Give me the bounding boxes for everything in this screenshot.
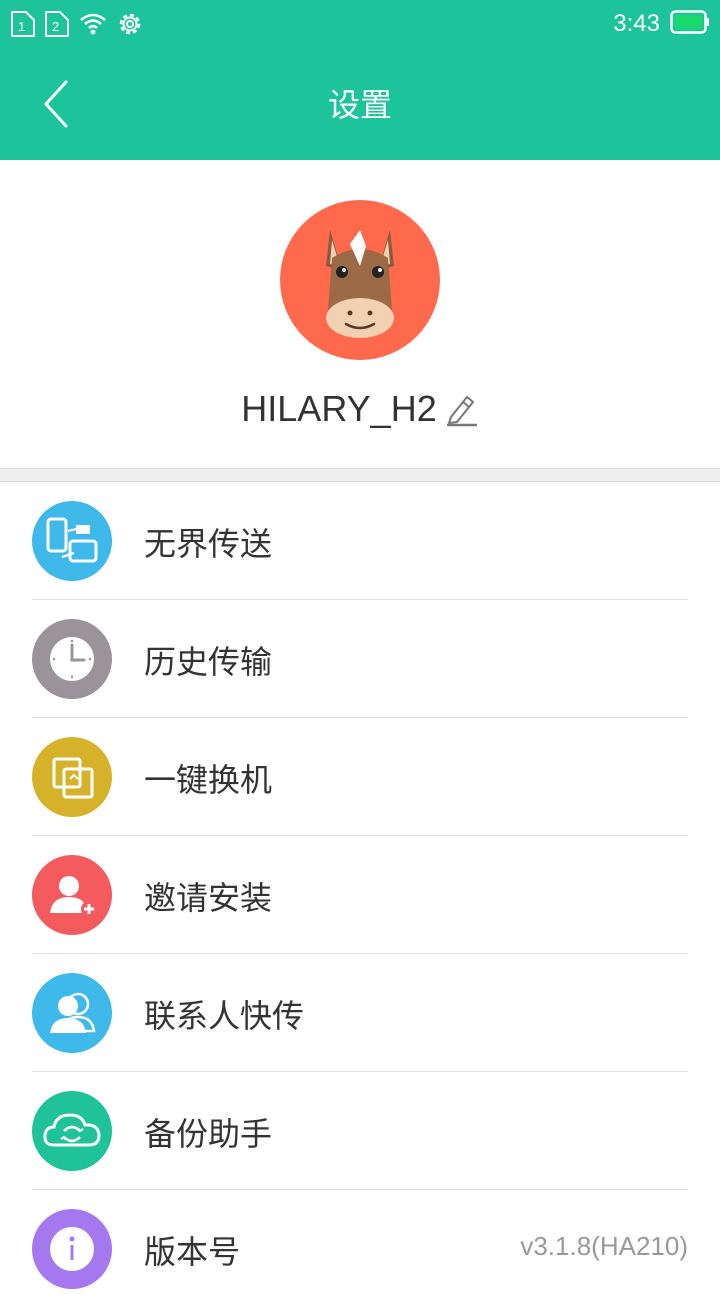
cloud-sync-icon bbox=[32, 1091, 112, 1171]
menu-label: 联系人快传 bbox=[144, 997, 305, 1035]
horse-avatar-icon bbox=[326, 230, 394, 338]
device-name-row: HILARY_H2 bbox=[0, 388, 720, 430]
status-bar: 1 2 3:43 bbox=[0, 0, 720, 48]
edit-name-button[interactable] bbox=[445, 391, 479, 427]
menu-item-contacts-transfer[interactable]: 联系人快传 bbox=[0, 954, 720, 1072]
wifi-icon bbox=[78, 11, 108, 41]
menu-label: 历史传输 bbox=[144, 643, 273, 681]
avatar[interactable] bbox=[280, 200, 440, 360]
phone-transfer-icon bbox=[32, 501, 112, 581]
status-time: 3:43 bbox=[613, 10, 660, 37]
settings-menu: 无界传送 历史传输 一键换机 邀请安装 联系人快传 备份助手 版本号 v3.1.… bbox=[0, 482, 720, 1308]
add-user-icon bbox=[32, 855, 112, 935]
menu-label: 邀请安装 bbox=[144, 879, 273, 917]
menu-item-phone-clone[interactable]: 一键换机 bbox=[0, 718, 720, 836]
sim2-icon: 2 bbox=[44, 10, 70, 42]
sim1-icon: 1 bbox=[10, 10, 36, 42]
pencil-icon bbox=[446, 396, 477, 427]
svg-text:2: 2 bbox=[52, 19, 59, 34]
menu-item-version[interactable]: 版本号 v3.1.8(HA210) bbox=[0, 1190, 720, 1308]
clock-icon bbox=[32, 619, 112, 699]
profile-section: HILARY_H2 bbox=[0, 160, 720, 468]
contacts-icon bbox=[32, 973, 112, 1053]
version-value: v3.1.8(HA210) bbox=[520, 1231, 688, 1261]
menu-label: 备份助手 bbox=[144, 1115, 273, 1153]
menu-label: 一键换机 bbox=[144, 761, 273, 799]
battery-icon bbox=[670, 9, 710, 39]
info-icon bbox=[32, 1209, 112, 1289]
menu-item-seamless-transfer[interactable]: 无界传送 bbox=[0, 482, 720, 600]
header-bar: 设置 bbox=[0, 48, 720, 160]
page-title: 设置 bbox=[327, 86, 392, 124]
switch-phone-icon bbox=[32, 737, 112, 817]
menu-label: 版本号 bbox=[144, 1233, 241, 1271]
menu-label: 无界传送 bbox=[144, 525, 273, 563]
settings-gear-icon bbox=[116, 10, 144, 42]
menu-item-history[interactable]: 历史传输 bbox=[0, 600, 720, 718]
menu-item-backup-assistant[interactable]: 备份助手 bbox=[0, 1072, 720, 1190]
menu-item-invite-install[interactable]: 邀请安装 bbox=[0, 836, 720, 954]
section-divider bbox=[0, 468, 720, 482]
svg-text:1: 1 bbox=[18, 19, 25, 34]
device-name: HILARY_H2 bbox=[241, 388, 437, 429]
